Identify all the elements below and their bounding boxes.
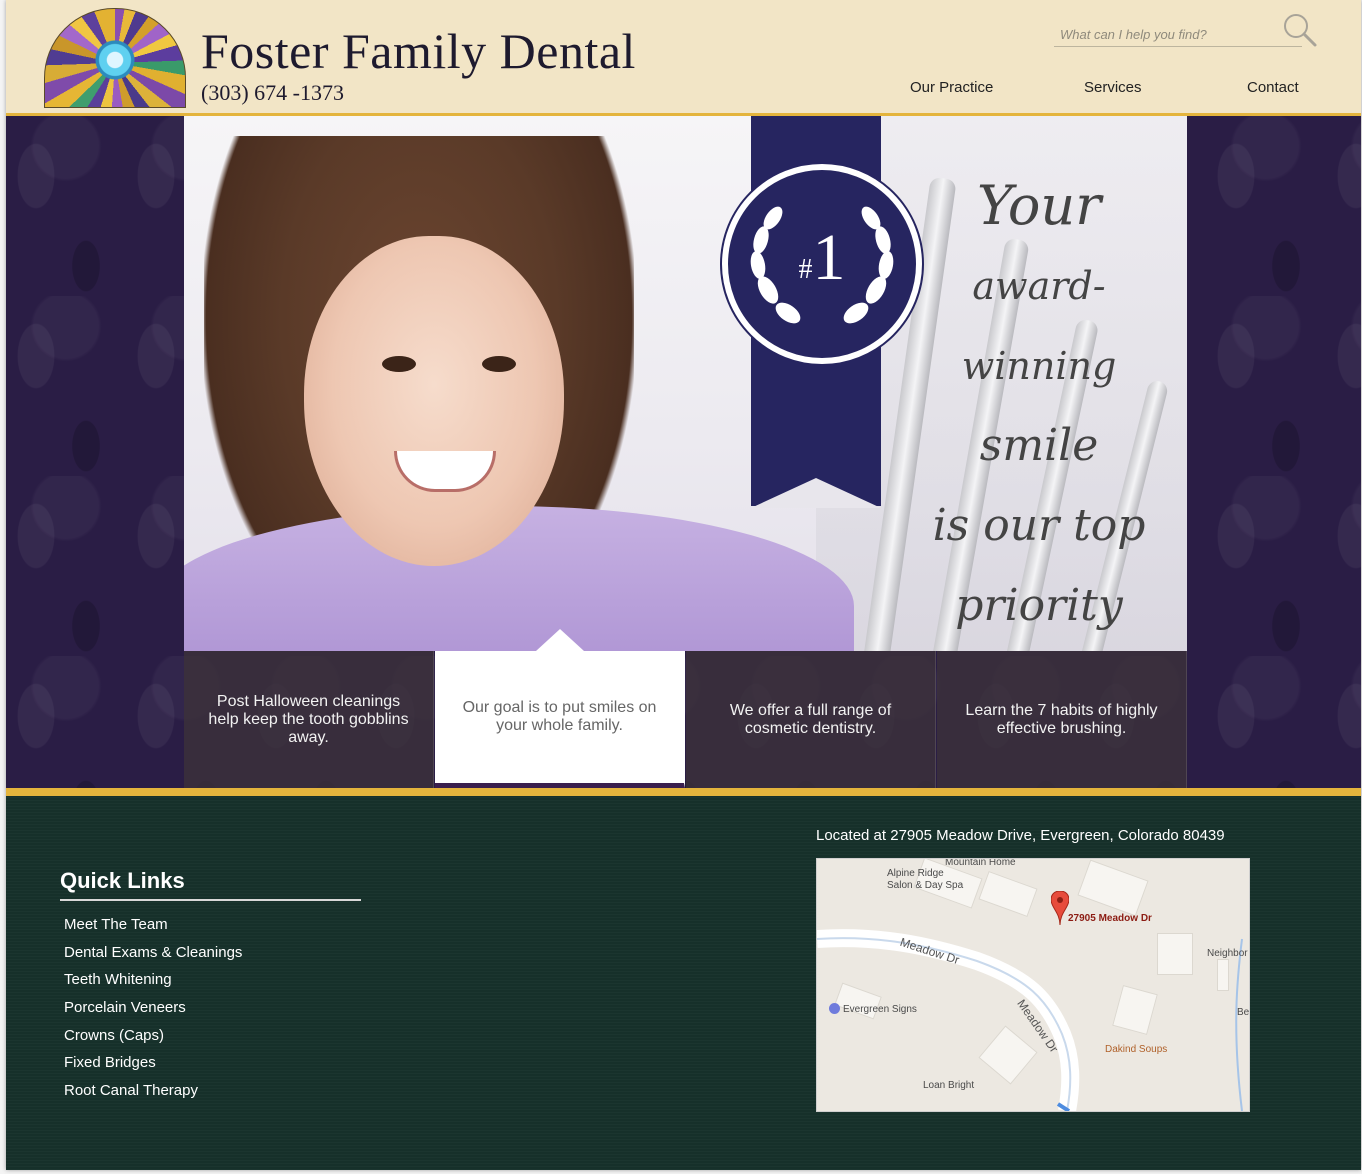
girl-face: [304, 236, 564, 566]
logo[interactable]: [44, 8, 186, 108]
nav-our-practice[interactable]: Our Practice: [910, 79, 993, 96]
place-name: Evergreen Signs: [843, 1004, 917, 1015]
quick-links-list: Meet The Team Dental Exams & Cleanings T…: [64, 916, 242, 1110]
hero-tagline: Your award-winning smile is our top prio…: [904, 166, 1174, 646]
map-label: Dakind Soups: [1105, 1044, 1168, 1055]
tagline-line: Your: [976, 174, 1102, 237]
place-icon: [829, 1003, 840, 1014]
site-header: Foster Family Dental (303) 674 -1373 Our…: [6, 0, 1361, 116]
girl-bib: [184, 506, 854, 651]
award-number: #1: [728, 225, 916, 291]
hero-section: #1 Your award-winning smile is our top p…: [6, 116, 1361, 788]
map-label: Loan Bright: [923, 1080, 975, 1091]
award-number-value: 1: [812, 221, 846, 294]
map-roads: [817, 929, 1243, 1111]
location-map[interactable]: Mountain Home Alpine Ridge Salon & Day S…: [816, 858, 1250, 1112]
feature-pointer: [536, 629, 584, 651]
girl-eye: [382, 356, 416, 372]
quick-link-root-canal[interactable]: Root Canal Therapy: [64, 1082, 198, 1099]
phone-number: (303) 674 -1373: [201, 80, 344, 105]
feature-boxes: Post Halloween cleanings help keep the t…: [184, 629, 1187, 788]
map-label: Neighbor: [1207, 948, 1248, 959]
quick-link-exams-cleanings[interactable]: Dental Exams & Cleanings: [64, 944, 242, 961]
quick-link-fixed-bridges[interactable]: Fixed Bridges: [64, 1054, 156, 1071]
quick-link-teeth-whitening[interactable]: Teeth Whitening: [64, 971, 172, 988]
site-title: Foster Family Dental: [201, 23, 636, 79]
map-pin-label: 27905 Meadow Dr: [1068, 913, 1152, 924]
quick-link-crowns[interactable]: Crowns (Caps): [64, 1027, 164, 1044]
list-item: Dental Exams & Cleanings: [64, 944, 242, 972]
feature-box-brushing[interactable]: Learn the 7 habits of highly effective b…: [937, 651, 1187, 788]
location-address: Located at 27905 Meadow Drive, Evergreen…: [816, 827, 1225, 844]
map-label: Alpine Ridge: [887, 868, 944, 879]
list-item: Crowns (Caps): [64, 1027, 242, 1055]
girl-eye: [482, 356, 516, 372]
tagline-line: is our top: [932, 500, 1146, 551]
nav-services[interactable]: Services: [1084, 79, 1142, 96]
feature-box-cosmetic[interactable]: We offer a full range of cosmetic dentis…: [686, 651, 936, 788]
ribbon-notch: [751, 478, 881, 508]
search-icon[interactable]: [1282, 12, 1318, 48]
divider: [60, 899, 361, 901]
feature-box-halloween[interactable]: Post Halloween cleanings help keep the t…: [184, 651, 434, 788]
list-item: Teeth Whitening: [64, 971, 242, 999]
quick-links-title: Quick Links: [60, 868, 185, 893]
award-hash: #: [798, 254, 813, 285]
map-label: Be: [1237, 1007, 1250, 1018]
map-pin-icon: [1051, 891, 1069, 926]
list-item: Meet The Team: [64, 916, 242, 944]
quick-link-meet-the-team[interactable]: Meet The Team: [64, 916, 168, 933]
hero-image: #1 Your award-winning smile is our top p…: [184, 116, 1187, 651]
page-frame: Foster Family Dental (303) 674 -1373 Our…: [6, 0, 1361, 1170]
site-footer: Quick Links Meet The Team Dental Exams &…: [6, 788, 1361, 1170]
list-item: Fixed Bridges: [64, 1054, 242, 1082]
map-label: Evergreen Signs: [829, 1003, 917, 1015]
list-item: Porcelain Veneers: [64, 999, 242, 1027]
search-input[interactable]: [1054, 22, 1274, 46]
nav-contact[interactable]: Contact: [1247, 79, 1299, 96]
award-badge: #1: [722, 164, 922, 364]
list-item: Root Canal Therapy: [64, 1082, 242, 1110]
tagline-line: priority: [955, 580, 1123, 631]
search-box: [1054, 22, 1302, 47]
feature-box-smiles[interactable]: Our goal is to put smiles on your whole …: [435, 651, 685, 788]
map-label: Salon & Day Spa: [887, 880, 964, 891]
map-label: Mountain Home: [945, 858, 1016, 868]
tagline-line: award-winning: [961, 264, 1117, 388]
quick-link-porcelain-veneers[interactable]: Porcelain Veneers: [64, 999, 186, 1016]
tagline-line: smile: [979, 420, 1099, 471]
